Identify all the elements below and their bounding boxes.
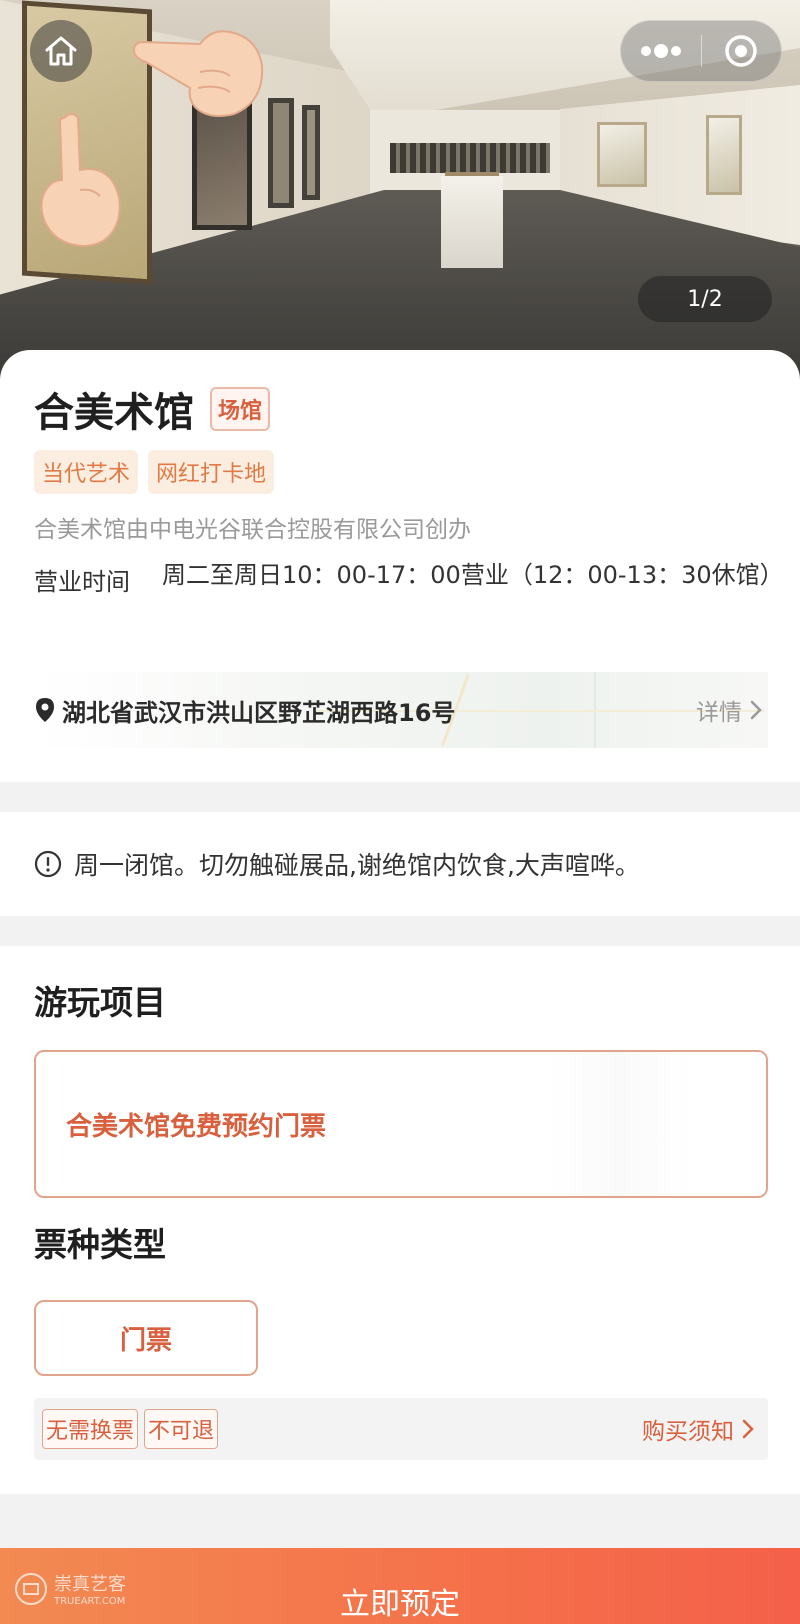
display-pedestal (441, 176, 503, 268)
venue-tag: 网红打卡地 (148, 450, 275, 494)
venue-title: 合美术馆 (34, 390, 194, 436)
pointing-hand-icon (132, 30, 264, 117)
venue-info-card: 合美术馆 场馆 当代艺术 网红打卡地 合美术馆由中电光谷联合控股有限公司创办 营… (0, 350, 800, 782)
address-detail-link[interactable]: 详情 (696, 693, 762, 727)
rule-tag: 不可退 (144, 1409, 219, 1449)
venue-type-badge: 场馆 (210, 387, 271, 431)
hero-gallery-image[interactable]: 1/2 (0, 0, 800, 380)
purchase-notice-link[interactable]: 购买须知 (642, 1412, 754, 1446)
venue-tags: 当代艺术 网红打卡地 (34, 450, 275, 494)
more-dots-icon (640, 44, 681, 58)
image-counter: 1/2 (638, 276, 772, 322)
mural-artwork (390, 143, 550, 173)
chevron-right-icon (750, 700, 762, 720)
rule-tag: 无需换票 (42, 1409, 139, 1449)
painting-frame (302, 105, 320, 200)
play-item-card[interactable]: 合美术馆免费预约门票 (34, 1050, 768, 1198)
notice-text: 周一闭馆。切勿触碰展品,谢绝馆内饮食,大声喧哗。 (74, 851, 640, 880)
chevron-right-icon (742, 1419, 754, 1439)
ticket-type-title: 票种类型 (34, 1225, 166, 1264)
home-button[interactable] (30, 20, 92, 82)
watermark-text-group: 崇真艺客 TRUEART.COM (54, 1570, 126, 1607)
watermark-subtext: TRUEART.COM (54, 1596, 126, 1607)
title-row: 合美术馆 场馆 (34, 380, 271, 438)
venue-address: 湖北省武汉市洪山区野芷湖西路16号 (62, 698, 456, 727)
hours-label: 营业时间 (34, 568, 130, 596)
address-row[interactable]: 湖北省武汉市洪山区野芷湖西路16号 详情 (34, 672, 768, 748)
watermark-logo-icon (15, 1572, 47, 1605)
home-icon (45, 36, 77, 66)
book-now-label: 立即预定 (340, 1587, 460, 1622)
watermark: 崇真艺客 TRUEART.COM (14, 1570, 126, 1607)
ticket-rules-bar: 无需换票 不可退 购买须知 (34, 1398, 768, 1460)
pointing-hand-icon (40, 113, 121, 248)
watermark-text: 崇真艺客 (54, 1574, 126, 1595)
hours-text: 周二至周日10：00-17：00营业（12：00-13：30休馆） (162, 561, 784, 589)
ticket-type-option[interactable]: 门票 (34, 1300, 258, 1376)
location-pin-icon (36, 698, 54, 722)
miniprogram-capsule (620, 20, 782, 82)
painting-frame (597, 122, 647, 187)
target-circle-icon (725, 35, 757, 67)
detail-label: 详情 (696, 700, 742, 726)
painting-frame (706, 115, 742, 195)
venue-description: 合美术馆由中电光谷联合控股有限公司创办 (34, 517, 471, 543)
exclamation-circle-icon (34, 850, 62, 878)
play-items-title: 游玩项目 (34, 983, 166, 1022)
more-button[interactable] (621, 43, 701, 59)
notice-bar: 周一闭馆。切勿触碰展品,谢绝馆内饮食,大声喧哗。 (0, 812, 800, 916)
play-items-section: 游玩项目 合美术馆免费预约门票 票种类型 门票 无需换票 不可退 购买须知 (0, 946, 800, 1494)
venue-tag: 当代艺术 (34, 450, 139, 494)
painting-frame (268, 98, 294, 208)
purchase-notice-label: 购买须知 (642, 1419, 734, 1445)
play-item-label: 合美术馆免费预约门票 (66, 1111, 327, 1142)
close-miniprogram-button[interactable] (702, 33, 782, 69)
